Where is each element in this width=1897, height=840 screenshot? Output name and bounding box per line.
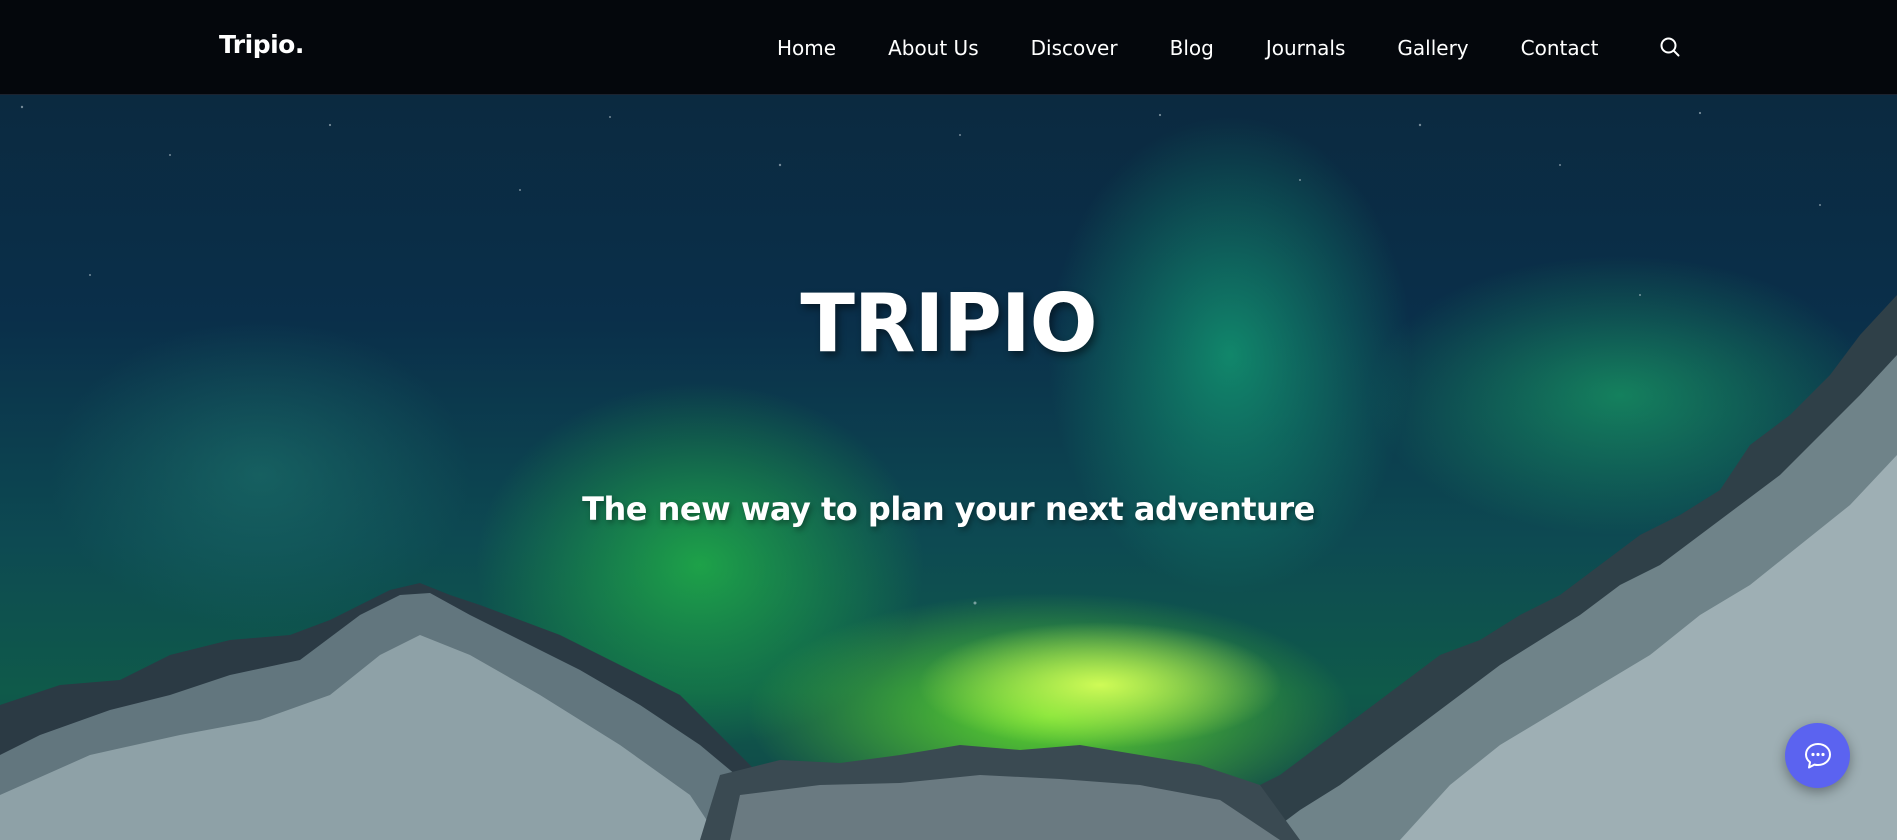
nav-link-blog[interactable]: Blog [1170, 36, 1214, 60]
chat-bubble-icon [1804, 742, 1831, 768]
nav-link-about-us[interactable]: About Us [888, 36, 979, 60]
hero-title: TRIPIO [800, 277, 1097, 370]
hero-section: TRIPIO The new way to plan your next adv… [0, 95, 1897, 840]
nav-link-contact[interactable]: Contact [1521, 36, 1599, 60]
nav-link-journals[interactable]: Journals [1266, 36, 1346, 60]
hero-background-image [0, 105, 1897, 840]
main-nav: Home About Us Discover Blog Journals Gal… [777, 0, 1598, 95]
top-navbar: Tripio. Home About Us Discover Blog Jour… [0, 0, 1897, 95]
nav-link-home[interactable]: Home [777, 36, 836, 60]
brand-logo[interactable]: Tripio. [219, 30, 304, 59]
search-icon[interactable] [1659, 36, 1681, 58]
chat-button[interactable] [1785, 723, 1850, 788]
hero-tagline: The new way to plan your next adventure [582, 490, 1315, 528]
nav-link-discover[interactable]: Discover [1031, 36, 1118, 60]
nav-link-gallery[interactable]: Gallery [1397, 36, 1468, 60]
